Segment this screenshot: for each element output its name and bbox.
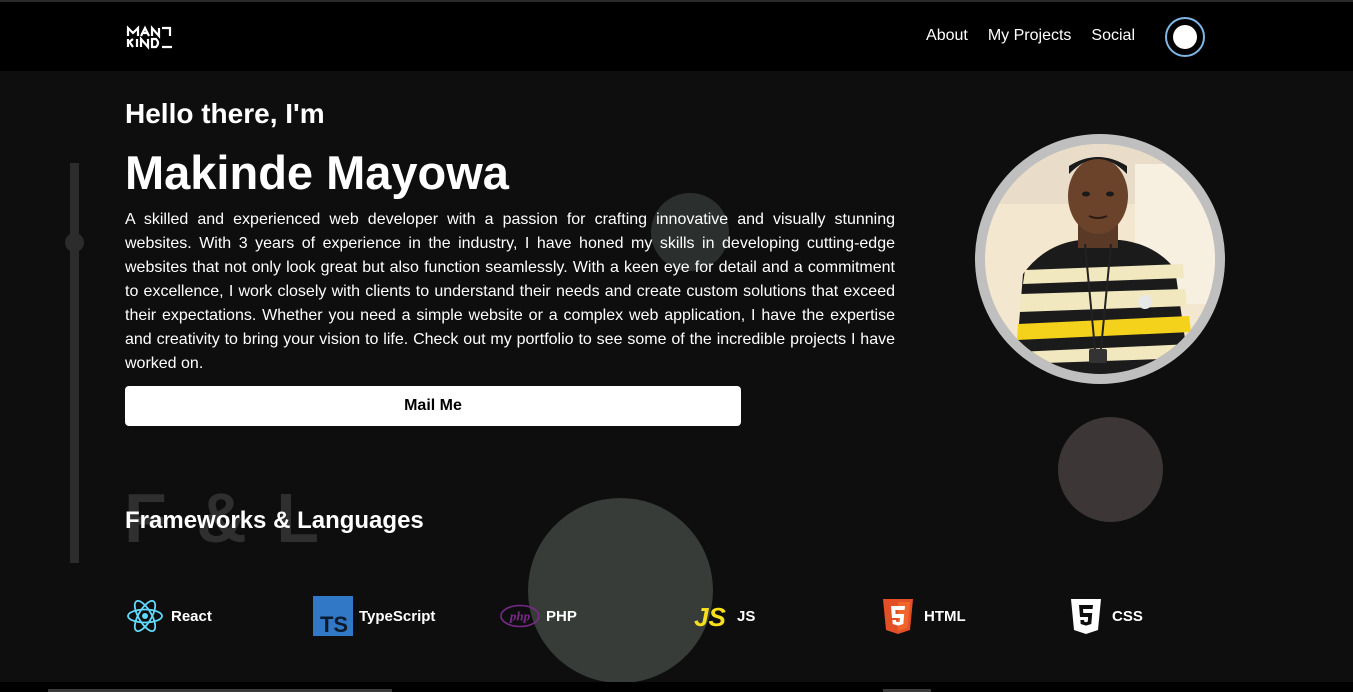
- svg-text:TS: TS: [320, 612, 348, 636]
- skill-item-css: CSS: [1066, 596, 1143, 636]
- skill-item-js: JS JS: [691, 596, 755, 636]
- decorative-circle: [1058, 417, 1163, 522]
- skill-item-php: php PHP: [500, 596, 577, 636]
- navbar: About My Projects Social: [0, 2, 1353, 71]
- skill-label: React: [171, 607, 212, 625]
- decorative-circle: [528, 498, 713, 683]
- css3-icon: [1066, 596, 1106, 636]
- skill-label: CSS: [1112, 607, 1143, 625]
- svg-text:php: php: [509, 609, 531, 624]
- mail-me-button[interactable]: Mail Me: [125, 386, 741, 426]
- svg-text:JS: JS: [694, 602, 726, 632]
- logo-mark-icon: [126, 25, 172, 50]
- nav-social-link[interactable]: Social: [1091, 26, 1135, 46]
- scroll-timeline-track: [70, 163, 79, 563]
- hero-bio: A skilled and experienced web developer …: [125, 211, 895, 372]
- skill-label: TypeScript: [359, 607, 436, 625]
- hero-name: Makinde Mayowa: [125, 146, 509, 199]
- hero-greeting: Hello there, I'm: [125, 98, 325, 129]
- html5-icon: [878, 596, 918, 636]
- nav-projects-link[interactable]: My Projects: [988, 26, 1072, 46]
- skills-section-title: Frameworks & Languages: [125, 507, 424, 534]
- typescript-icon: TS: [313, 596, 353, 636]
- javascript-icon: JS: [691, 596, 731, 636]
- theme-toggle-button[interactable]: [1165, 17, 1205, 57]
- php-icon: php: [500, 596, 540, 636]
- nav-about-link[interactable]: About: [926, 26, 968, 46]
- site-logo[interactable]: [126, 24, 174, 50]
- skill-label: PHP: [546, 607, 577, 625]
- react-icon: [125, 596, 165, 636]
- skill-label: HTML: [924, 607, 966, 625]
- toggle-knob-icon: [1173, 25, 1197, 49]
- skill-item-react: React: [125, 596, 212, 636]
- scroll-timeline-dot: [65, 233, 84, 252]
- profile-photo: [975, 134, 1225, 384]
- skill-item-html: HTML: [878, 596, 966, 636]
- profile-portrait-image: [985, 144, 1215, 374]
- skill-label: JS: [737, 607, 756, 625]
- main-nav: About My Projects Social: [926, 26, 1135, 46]
- skill-item-typescript: TS TypeScript: [313, 596, 435, 636]
